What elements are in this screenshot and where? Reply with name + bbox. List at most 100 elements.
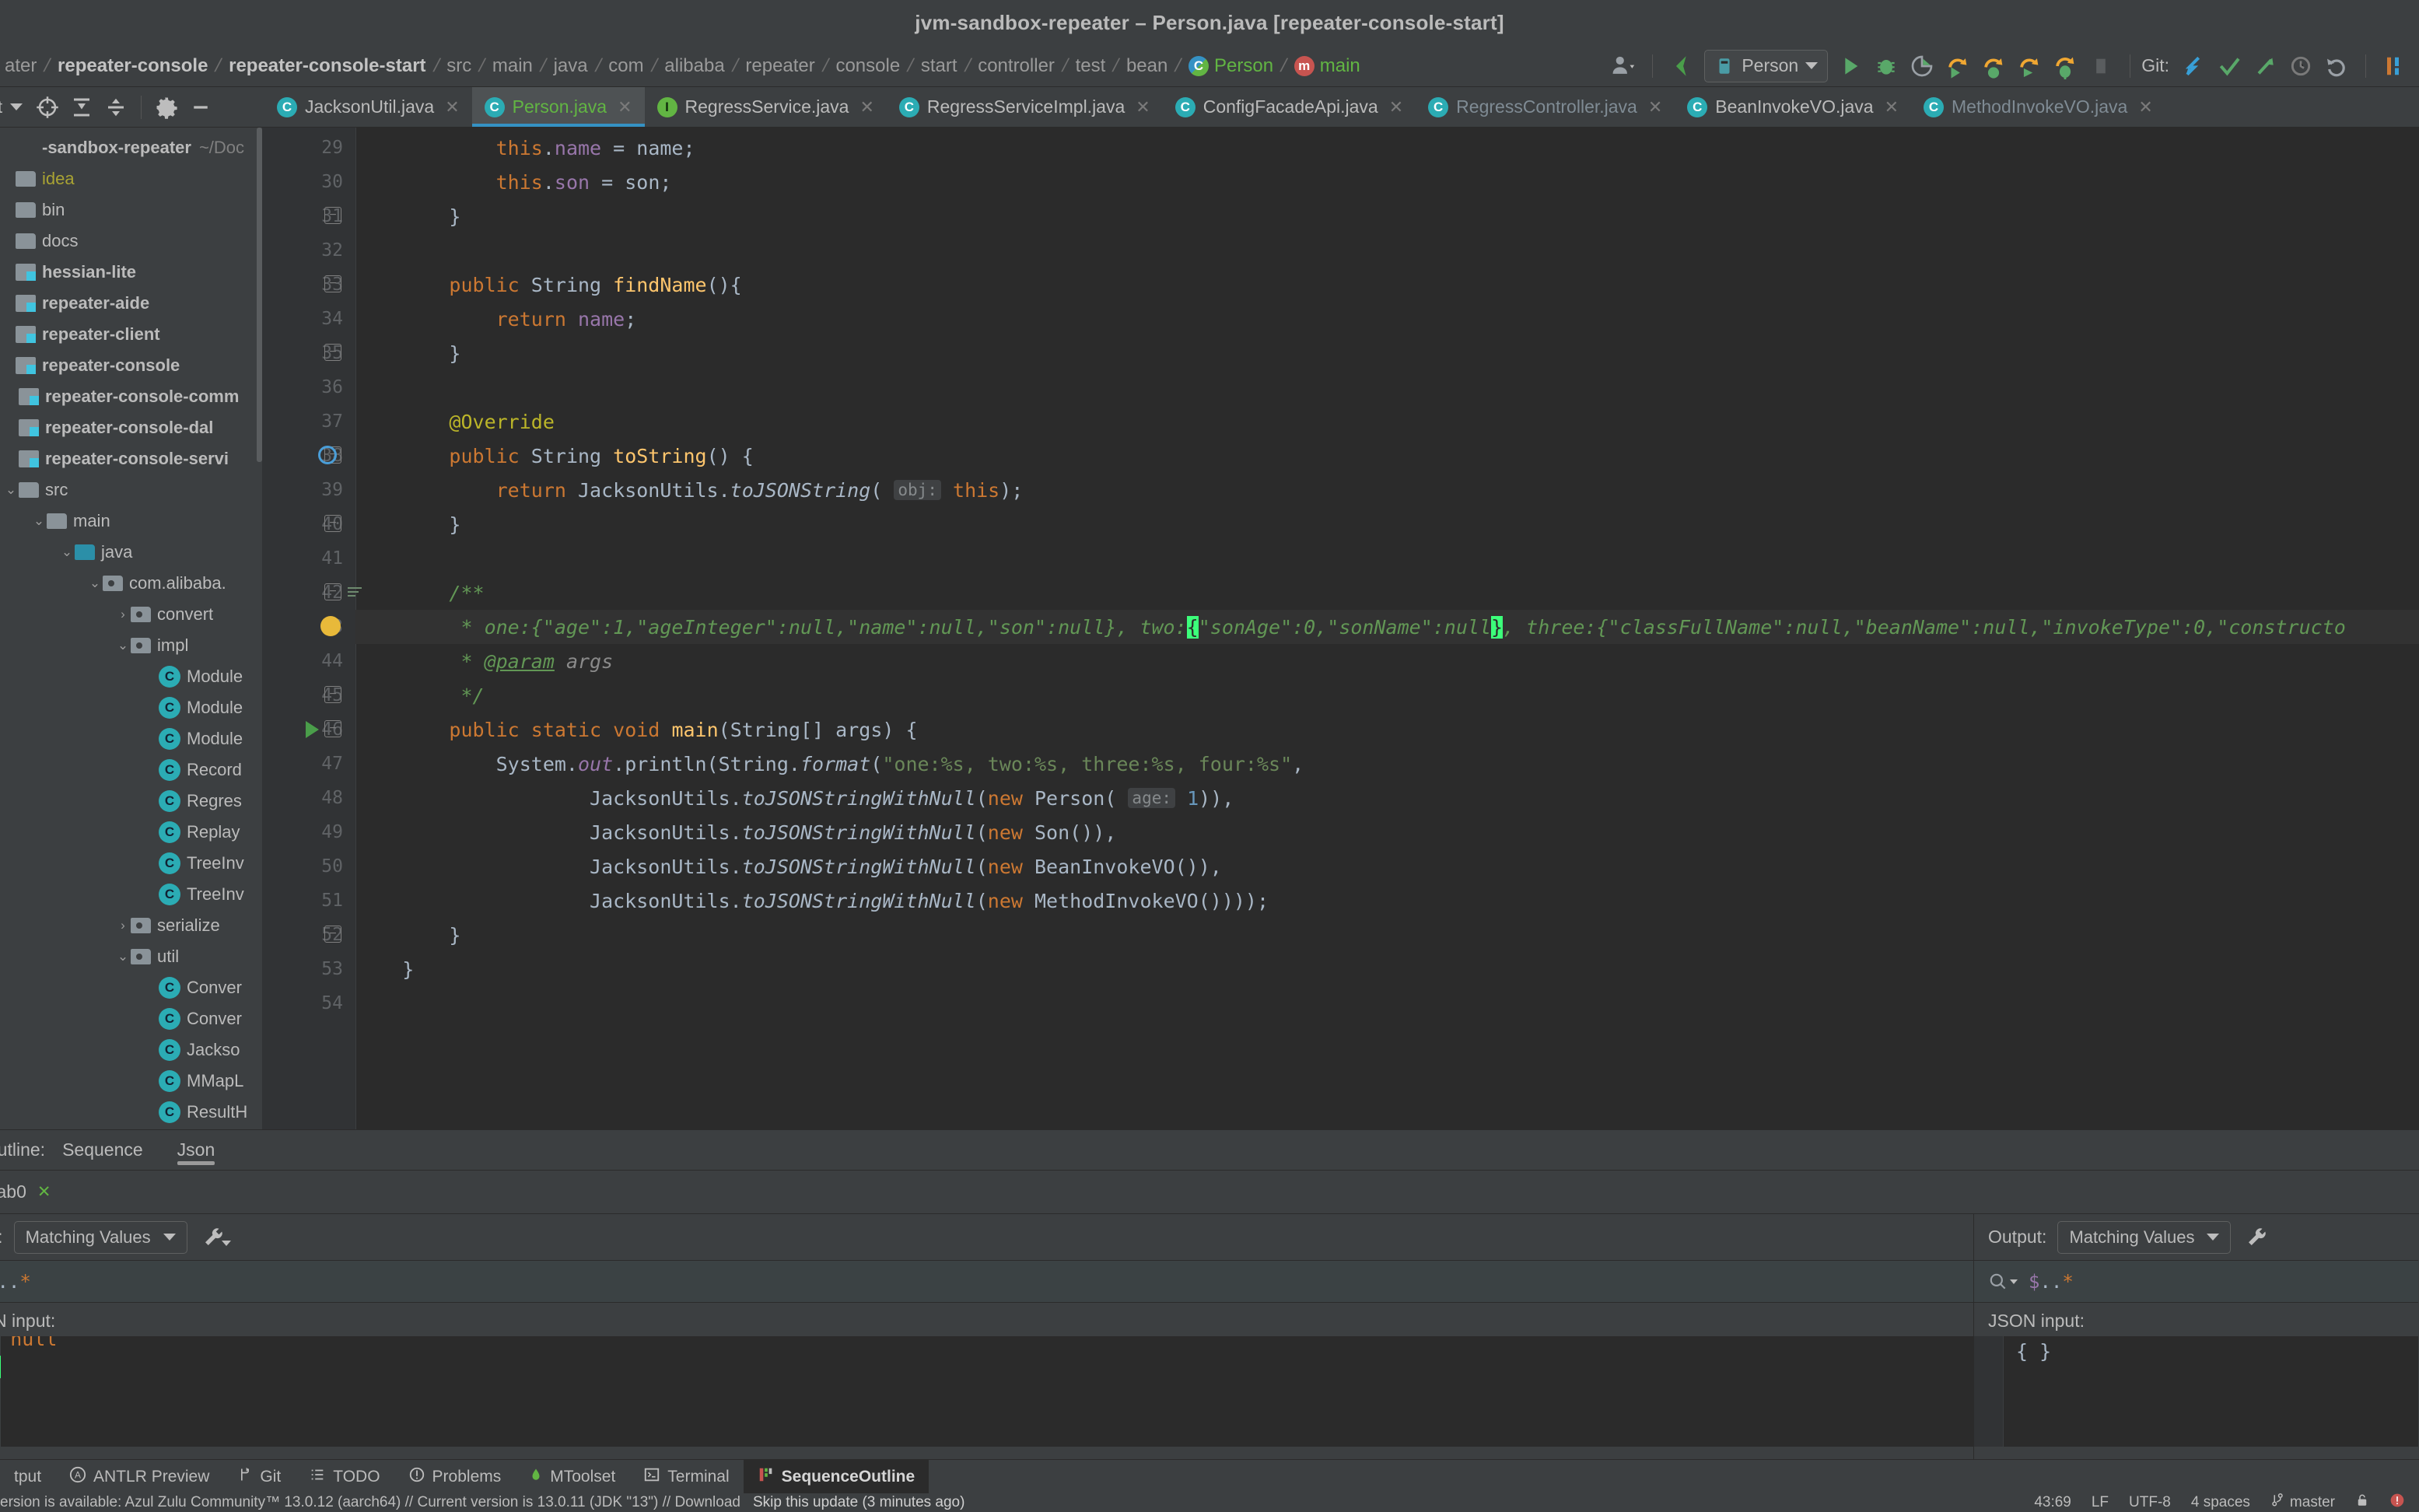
chevron-down-icon[interactable]: ⌄ bbox=[115, 949, 131, 964]
tree-node[interactable]: ⌄ util bbox=[0, 941, 261, 972]
breadcrumb-item[interactable]: bean bbox=[1122, 55, 1172, 77]
tab-sequence[interactable]: Sequence bbox=[45, 1130, 160, 1170]
code-line[interactable]: this. name = name; bbox=[355, 131, 2419, 165]
chevron-right-icon[interactable]: › bbox=[115, 918, 131, 933]
tree-node[interactable]: C Module bbox=[0, 692, 261, 723]
back-arrow-icon[interactable] bbox=[1664, 48, 1700, 84]
code-line[interactable] bbox=[355, 541, 2419, 576]
code-line[interactable]: System. out .println(String. format("one:%s… bbox=[355, 747, 2419, 781]
breadcrumb-item[interactable]: repeater-console-start bbox=[224, 55, 430, 77]
code-line[interactable]: /** bbox=[355, 576, 2419, 610]
right-output-select[interactable]: Matching Values bbox=[2057, 1220, 2232, 1254]
tree-node[interactable]: C ResultH bbox=[0, 1097, 261, 1128]
user-profile-icon[interactable] bbox=[1605, 48, 1641, 84]
tool-window-button[interactable]: Git bbox=[223, 1460, 295, 1493]
close-icon[interactable]: ✕ bbox=[1885, 97, 1899, 117]
fold-end-icon[interactable]: − bbox=[324, 344, 341, 361]
debug-icon[interactable] bbox=[1868, 48, 1904, 84]
attach-profiler-icon[interactable] bbox=[2011, 48, 2047, 84]
tool-window-button[interactable]: SequenceOutline bbox=[743, 1460, 929, 1493]
tree-node[interactable]: docs bbox=[0, 226, 261, 257]
rerun-icon[interactable] bbox=[1940, 48, 1976, 84]
commit-icon[interactable] bbox=[2211, 48, 2247, 84]
tree-node[interactable]: idea bbox=[0, 163, 261, 194]
chevron-down-icon[interactable]: ⌄ bbox=[31, 513, 47, 529]
breadcrumb-item[interactable]: src bbox=[442, 55, 476, 77]
code-line[interactable]: JacksonUtils. toJSONStringWithNull(new Pe… bbox=[355, 781, 2419, 815]
code-text-area[interactable]: this. name = name; this. son = son; } publ… bbox=[355, 128, 2419, 1129]
project-tree-scrollbar[interactable] bbox=[257, 128, 262, 1129]
code-line[interactable]: * @param args bbox=[355, 644, 2419, 678]
hide-icon[interactable] bbox=[184, 90, 218, 124]
code-line[interactable] bbox=[355, 986, 2419, 1020]
breadcrumb-item[interactable]: test bbox=[1071, 55, 1111, 77]
close-icon[interactable]: ✕ bbox=[1648, 97, 1662, 117]
revert-icon[interactable] bbox=[2319, 48, 2354, 84]
fold-collapse-icon[interactable]: − bbox=[324, 720, 341, 737]
tree-node[interactable]: C Replay bbox=[0, 817, 261, 848]
tool-window-button[interactable]: A ANTLR Preview bbox=[55, 1460, 223, 1493]
breadcrumb-item[interactable]: m main bbox=[1290, 55, 1365, 77]
tree-node[interactable]: repeater-console bbox=[0, 350, 261, 381]
run-icon[interactable] bbox=[1833, 48, 1868, 84]
left-jsonpath-query[interactable]: $..* bbox=[0, 1271, 31, 1293]
left-output-select[interactable]: Matching Values bbox=[13, 1220, 187, 1254]
chevron-right-icon[interactable]: › bbox=[115, 607, 131, 622]
intention-bulb-icon[interactable] bbox=[320, 616, 341, 636]
code-line[interactable]: } bbox=[355, 952, 2419, 986]
tab-json[interactable]: Json bbox=[160, 1130, 233, 1170]
update-project-icon[interactable] bbox=[2176, 48, 2211, 84]
breadcrumb-item[interactable]: alibaba bbox=[660, 55, 729, 77]
right-json-editor[interactable]: { } bbox=[1974, 1336, 2418, 1447]
rerun-debug-icon[interactable] bbox=[1976, 48, 2011, 84]
code-line[interactable]: return name; bbox=[355, 302, 2419, 336]
tree-node[interactable]: C TreeInv bbox=[0, 848, 261, 879]
tool-window-button[interactable]: tput bbox=[0, 1460, 55, 1493]
chevron-down-icon[interactable] bbox=[2, 93, 30, 121]
breadcrumb-item[interactable]: com bbox=[604, 55, 648, 77]
chevron-down-icon[interactable]: ⌄ bbox=[3, 482, 19, 498]
breadcrumb-item[interactable]: ater bbox=[0, 55, 41, 77]
editor-tab[interactable]: C RegressController.java ✕ bbox=[1416, 87, 1675, 127]
editor-tab[interactable]: C RegressServiceImpl.java ✕ bbox=[887, 87, 1163, 127]
code-line[interactable]: JacksonUtils. toJSONStringWithNull(new Be… bbox=[355, 849, 2419, 884]
breadcrumb-item[interactable]: C Person bbox=[1184, 55, 1278, 77]
code-line[interactable] bbox=[355, 233, 2419, 268]
code-line[interactable] bbox=[355, 370, 2419, 404]
tree-node[interactable]: repeater-console-servi bbox=[0, 443, 261, 474]
close-icon[interactable]: ✕ bbox=[859, 97, 873, 117]
tree-node[interactable]: › serialize bbox=[0, 910, 261, 941]
code-line[interactable]: @Override bbox=[355, 404, 2419, 439]
breadcrumb-item[interactable]: repeater bbox=[740, 55, 819, 77]
right-jsonpath-query-row[interactable]: $..* bbox=[1974, 1261, 2418, 1303]
chevron-down-icon[interactable]: ⌄ bbox=[87, 576, 103, 591]
tree-node[interactable]: C Module bbox=[0, 723, 261, 754]
fold-collapse-icon[interactable]: − bbox=[324, 583, 341, 600]
tree-node[interactable]: C Jackso bbox=[0, 1034, 261, 1066]
collapse-all-icon[interactable] bbox=[99, 90, 133, 124]
indent-setting[interactable]: 4 spaces bbox=[2191, 1494, 2250, 1511]
left-json-editor[interactable]: son: null } bbox=[0, 1336, 1973, 1447]
breadcrumb-item[interactable]: main bbox=[488, 55, 537, 77]
code-editor[interactable]: this. name = name; this. son = son; } publ… bbox=[262, 128, 2419, 1129]
close-icon[interactable]: ✕ bbox=[37, 1182, 51, 1202]
breadcrumb-item[interactable]: console bbox=[831, 55, 905, 77]
json-subtab-bar[interactable]: Tab0 ✕ bbox=[0, 1171, 2419, 1214]
tree-node[interactable]: C Conver bbox=[0, 972, 261, 1003]
breadcrumb-item[interactable]: start bbox=[916, 55, 962, 77]
code-line[interactable]: } bbox=[355, 918, 2419, 952]
tree-node[interactable]: repeater-client bbox=[0, 319, 261, 350]
tree-node[interactable]: C MMapL bbox=[0, 1066, 261, 1097]
tree-node[interactable]: repeater-aide bbox=[0, 288, 261, 319]
close-icon[interactable]: ✕ bbox=[1136, 97, 1150, 117]
code-line[interactable]: * one:{"age":1,"ageInteger":null,"name":… bbox=[355, 610, 2419, 644]
breadcrumb-item[interactable]: java bbox=[549, 55, 593, 77]
search-everywhere-icon[interactable] bbox=[2377, 48, 2413, 84]
code-line[interactable]: } bbox=[355, 507, 2419, 541]
code-line[interactable]: JacksonUtils. toJSONStringWithNull(new Me… bbox=[355, 884, 2419, 918]
close-icon[interactable]: ✕ bbox=[1389, 97, 1403, 117]
fold-collapse-icon[interactable]: − bbox=[324, 275, 341, 292]
breadcrumb-item[interactable]: repeater-console bbox=[53, 55, 212, 77]
run-gutter-icon[interactable] bbox=[306, 721, 319, 738]
history-icon[interactable] bbox=[2283, 48, 2319, 84]
